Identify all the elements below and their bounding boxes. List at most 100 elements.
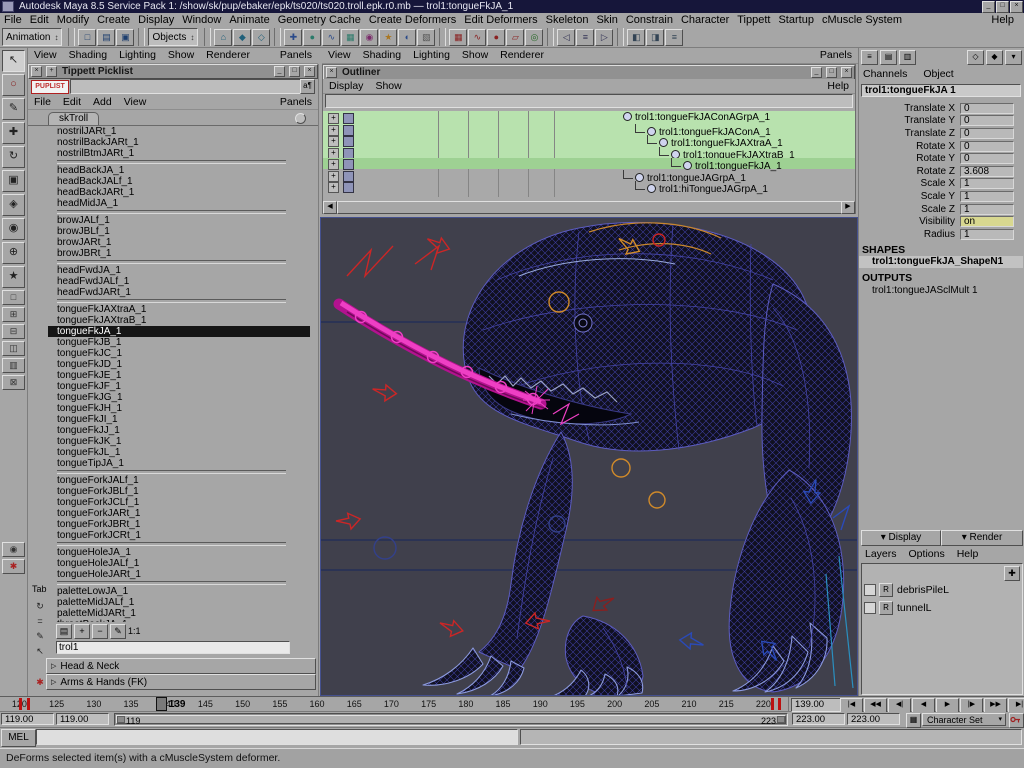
picklist-item[interactable]: tongueFkJAXtraB_1 bbox=[48, 315, 310, 326]
menu-character[interactable]: Character bbox=[677, 14, 733, 26]
layer-row[interactable]: RdebrisPileL bbox=[864, 582, 1014, 598]
picklist-item[interactable]: tongueHoleJALf_1 bbox=[48, 558, 310, 569]
channel-value[interactable]: 0 bbox=[960, 153, 1014, 164]
channel-row[interactable]: Radius1 bbox=[859, 228, 1023, 241]
outliner-menu-display[interactable]: Display bbox=[323, 80, 369, 92]
mask-misc-icon[interactable]: ▧ bbox=[417, 29, 435, 46]
section-arms-hands-fk[interactable]: ▷Arms & Hands (FK) bbox=[46, 674, 316, 690]
save-scene-icon[interactable]: ▣ bbox=[116, 29, 134, 46]
current-time-marker[interactable] bbox=[156, 697, 167, 711]
picklist-item[interactable]: paletteLowJA_1 bbox=[48, 586, 310, 597]
picklist-stick-icon[interactable]: + bbox=[46, 66, 57, 77]
selected-node-name[interactable]: trol1:tongueFkJA 1 bbox=[861, 84, 1021, 97]
current-time-field[interactable]: 139.00 bbox=[791, 698, 841, 712]
time-slider-track[interactable]: 1201251301351401451501551601651701751801… bbox=[0, 697, 789, 711]
render-globals-icon[interactable]: ≡ bbox=[665, 29, 683, 46]
layer-visibility-checkbox[interactable] bbox=[864, 602, 876, 614]
picklist-item[interactable]: browJBRt_1 bbox=[48, 248, 310, 259]
scale-tool[interactable]: ▣ bbox=[2, 170, 25, 192]
select-tool[interactable]: ↖ bbox=[2, 50, 25, 72]
outliner-menu-show[interactable]: Show bbox=[369, 80, 407, 92]
channel-row[interactable]: Scale Z1 bbox=[859, 203, 1023, 216]
picklist-menu-view[interactable]: View bbox=[118, 96, 153, 108]
character-set-selector[interactable]: Character Set ▾ bbox=[922, 713, 1006, 726]
play-forwards-button[interactable]: ▶ bbox=[936, 698, 959, 713]
menu-cmuscle-system[interactable]: cMuscle System bbox=[818, 14, 906, 26]
mask-dynamics-icon[interactable]: ★ bbox=[379, 29, 397, 46]
picklist-item[interactable]: tongueFkJL_1 bbox=[48, 447, 310, 458]
scroll-right-icon[interactable]: ▶ bbox=[841, 201, 855, 214]
mask-deformations-icon[interactable]: ◉ bbox=[360, 29, 378, 46]
edit-item-icon[interactable]: ✎ bbox=[110, 624, 126, 639]
picklist-item[interactable]: throatBackJA_1 bbox=[48, 619, 310, 622]
layout-hypergraph-persp[interactable]: ⊠ bbox=[2, 375, 25, 390]
universal-manipulator-tool[interactable]: ◈ bbox=[2, 194, 25, 216]
menu-create[interactable]: Create bbox=[93, 14, 134, 26]
channel-value[interactable]: 0 bbox=[960, 141, 1014, 152]
center-panel-menu-lighting[interactable]: Lighting bbox=[407, 49, 456, 61]
picklist-font-icon[interactable]: a¶ bbox=[300, 79, 315, 94]
picklist-item[interactable]: nostrilBtmJARt_1 bbox=[48, 148, 310, 159]
picklist-item[interactable]: tongueFkJD_1 bbox=[48, 359, 310, 370]
remove-item-icon[interactable]: − bbox=[92, 624, 108, 639]
menu-skeleton[interactable]: Skeleton bbox=[542, 14, 593, 26]
tippett-splat-icon[interactable]: ✱ bbox=[2, 559, 25, 574]
render-current-frame-icon[interactable]: ◧ bbox=[627, 29, 645, 46]
channel-value[interactable]: 1 bbox=[960, 191, 1014, 202]
outliner-row[interactable]: +trol1:hiTongueJAGrpA_1 bbox=[323, 181, 855, 192]
picklist-item[interactable]: tongueFkJI_1 bbox=[48, 414, 310, 425]
picklist-item[interactable]: headFwdJALf_1 bbox=[48, 276, 310, 287]
range-start-grip[interactable] bbox=[117, 716, 125, 723]
outliner-row[interactable]: +trol1:tongueFkJAXtraB_1 bbox=[323, 147, 855, 158]
expand-icon[interactable]: + bbox=[328, 171, 339, 182]
outliner-window-menu-icon[interactable]: × bbox=[326, 67, 337, 78]
picklist-minimize-button[interactable]: _ bbox=[274, 66, 285, 77]
picklist-item[interactable]: paletteMidJARt_1 bbox=[48, 608, 310, 619]
channel-row[interactable]: Translate Y0 bbox=[859, 115, 1023, 128]
namespace-field[interactable] bbox=[56, 641, 290, 654]
step-back-key-button[interactable]: ◀| bbox=[888, 698, 911, 713]
character-set-icon[interactable]: ▦ bbox=[906, 713, 921, 728]
step-forward-key-button[interactable]: |▶ bbox=[960, 698, 983, 713]
picklist-item[interactable]: tongueFkJA_1 bbox=[48, 326, 310, 337]
channel-grid-icon[interactable]: ▥ bbox=[899, 50, 916, 65]
go-to-end-button[interactable]: ▶| bbox=[1008, 698, 1024, 713]
scroll-left-icon[interactable]: ◀ bbox=[323, 201, 337, 214]
picklist-item[interactable]: headMidJA_1 bbox=[48, 198, 310, 209]
picklist-item[interactable]: tongueFkJF_1 bbox=[48, 381, 310, 392]
picklist-item[interactable]: headFwdJA_1 bbox=[48, 265, 310, 276]
shape-node-name[interactable]: trol1:tongueFkJA_ShapeN1 bbox=[859, 256, 1023, 268]
picklist-panels-menu[interactable]: Panels bbox=[280, 95, 312, 110]
picklist-item[interactable]: headBackJALf_1 bbox=[48, 176, 310, 187]
lasso-select-tool[interactable]: ○ bbox=[2, 74, 25, 96]
picklist-window-menu-icon[interactable]: × bbox=[31, 66, 42, 77]
step-back-frame-button[interactable]: ◀◀ bbox=[864, 698, 887, 713]
picklist-item[interactable]: browJARt_1 bbox=[48, 237, 310, 248]
tab-display[interactable]: ▾ Display bbox=[861, 530, 941, 546]
expand-icon[interactable]: + bbox=[328, 113, 339, 124]
menu-edit[interactable]: Edit bbox=[26, 14, 53, 26]
picklist-item[interactable]: tongueTipJA_1 bbox=[48, 458, 310, 469]
snap-view-plane-icon[interactable]: ▱ bbox=[506, 29, 524, 46]
select-hierarchy-icon[interactable]: ⌂ bbox=[214, 29, 232, 46]
layout-two-pane-side[interactable]: ◫ bbox=[2, 341, 25, 356]
outliner-help-menu[interactable]: Help bbox=[827, 79, 849, 94]
picklist-item[interactable]: tongueFkJAXtraA_1 bbox=[48, 304, 310, 315]
tab-sktroll[interactable]: skTroll bbox=[48, 112, 99, 125]
move-tool[interactable]: ✚ bbox=[2, 122, 25, 144]
picklist-item[interactable]: tongueFkJJ_1 bbox=[48, 425, 310, 436]
center-panel-menu-renderer[interactable]: Renderer bbox=[494, 49, 550, 61]
last-tool[interactable]: ★ bbox=[2, 266, 25, 288]
range-slider-track[interactable]: 119 223 bbox=[114, 713, 788, 726]
picklist-item[interactable]: paletteMidJALf_1 bbox=[48, 597, 310, 608]
auto-keyframe-toggle[interactable] bbox=[1009, 713, 1024, 728]
picklist-item[interactable]: headBackJARt_1 bbox=[48, 187, 310, 198]
channel-row[interactable]: Translate Z0 bbox=[859, 127, 1023, 140]
menu-display[interactable]: Display bbox=[134, 14, 178, 26]
ipr-render-icon[interactable]: ◨ bbox=[646, 29, 664, 46]
snap-point-icon[interactable]: ● bbox=[487, 29, 505, 46]
left-panel-menu-show[interactable]: Show bbox=[162, 49, 200, 61]
rotate-tool[interactable]: ↻ bbox=[2, 146, 25, 168]
picklist-item[interactable]: headBackJA_1 bbox=[48, 165, 310, 176]
expand-icon[interactable]: + bbox=[328, 148, 339, 159]
